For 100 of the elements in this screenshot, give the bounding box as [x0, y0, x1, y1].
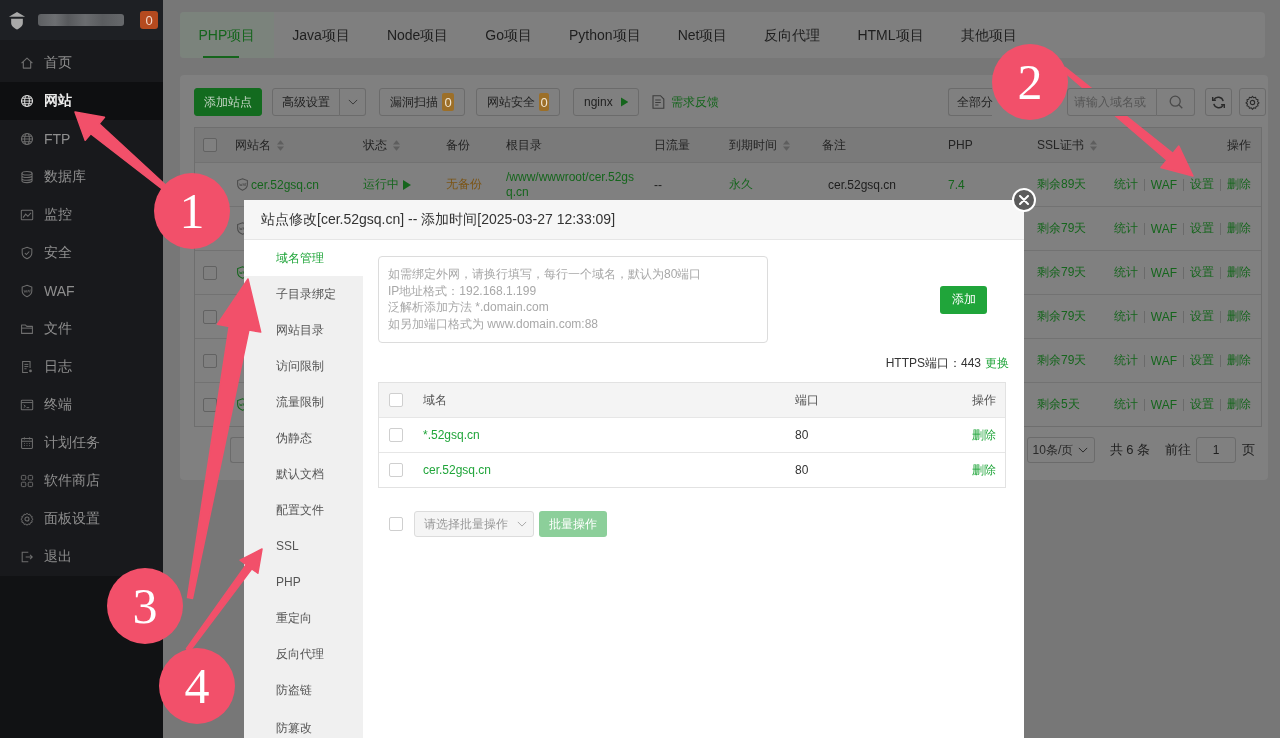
delete-link[interactable]: 删除 — [972, 426, 996, 444]
settings-icon — [1245, 94, 1260, 110]
column-header: 根目录 — [506, 136, 542, 154]
port-text: 80 — [795, 463, 810, 477]
sidebar-item[interactable]: 安全 — [20, 234, 72, 272]
column-header: 操作 — [1227, 136, 1251, 154]
nav-item[interactable]: 防篡改 — [276, 708, 312, 738]
sidebar-item[interactable]: 文件 — [20, 310, 72, 348]
shield-icon — [20, 246, 34, 260]
column-header: 备注 — [822, 136, 846, 154]
row-checkbox[interactable] — [203, 353, 217, 368]
sidebar-item[interactable]: 软件商店 — [20, 462, 100, 500]
shield-icon — [20, 284, 34, 298]
tab[interactable]: Python项目 — [550, 27, 660, 43]
caret-icon — [517, 521, 527, 527]
tab[interactable]: Java项目 — [273, 27, 369, 43]
sidebar-item[interactable]: 面板设置 — [20, 500, 100, 538]
sidebar-item[interactable]: 终端 — [20, 386, 72, 424]
refresh-button[interactable] — [1205, 88, 1232, 116]
sidebar-item[interactable]: 首页 — [20, 44, 72, 82]
count-badge: 0 — [442, 93, 454, 111]
category-select[interactable]: 全部分 — [948, 88, 992, 116]
action-link[interactable]: 统计 — [1113, 264, 1138, 281]
action-link[interactable]: 统计 — [1113, 176, 1138, 193]
action-link[interactable]: 统计 — [1113, 220, 1138, 237]
tab[interactable]: HTML项目 — [838, 27, 943, 43]
nav-item[interactable]: 配置文件 — [276, 492, 324, 528]
row-checkbox[interactable] — [203, 397, 217, 412]
toolbar-button[interactable]: 网站安全 0 — [476, 88, 560, 116]
document-icon — [652, 95, 665, 109]
sidebar-item[interactable]: 数据库 — [20, 158, 86, 196]
nav-item[interactable]: 流量限制 — [276, 384, 324, 420]
search-button[interactable] — [1157, 88, 1195, 116]
tab[interactable]: 反向代理 — [745, 27, 839, 43]
sidebar-item[interactable]: 网站 — [0, 82, 163, 120]
nav-item[interactable]: 防盗链 — [276, 672, 312, 708]
tab[interactable]: Go项目 — [466, 27, 551, 43]
sort-icon — [783, 139, 790, 151]
change-port-link[interactable]: 更换 — [985, 354, 1009, 372]
action-link[interactable]: 统计 — [1113, 352, 1138, 369]
column-header[interactable]: 网站名 — [235, 136, 284, 154]
nav-item[interactable]: 域名管理 — [244, 240, 363, 276]
column-header[interactable]: 到期时间 — [729, 136, 790, 154]
tab[interactable]: Net项目 — [659, 27, 746, 43]
domain-input[interactable]: 如需绑定外网，请换行填写，每行一个域名，默认为80端口 IP地址格式：192.168.1.199 泛解析添加方法 *.domain.com 如另加端口格式为 www.domain.com:88 — [378, 256, 768, 343]
nav-item[interactable]: 伪静态 — [276, 420, 312, 456]
page-number-input[interactable]: 1 — [1196, 437, 1236, 463]
tab[interactable]: Node项目 — [368, 27, 467, 43]
globe-icon — [20, 132, 34, 146]
logout-icon — [20, 550, 34, 564]
action-link[interactable]: 统计 — [1113, 396, 1138, 413]
column-header[interactable]: SSL证书 — [1037, 136, 1097, 154]
nav-item[interactable]: 网站目录 — [276, 312, 324, 348]
column-header: 域名 — [423, 391, 448, 409]
sidebar-item[interactable]: WAF — [20, 272, 75, 310]
nav-item[interactable]: 反向代理 — [276, 636, 324, 672]
column-header: 端口 — [795, 391, 820, 409]
tab[interactable]: 其他项目 — [942, 27, 1036, 43]
play-icon — [620, 97, 628, 107]
delete-link[interactable]: 删除 — [972, 461, 996, 479]
sidebar-item[interactable]: 日志 — [20, 348, 72, 386]
sidebar-item[interactable]: FTP — [20, 120, 71, 158]
traffic-text: -- — [654, 177, 662, 192]
batch-action-select[interactable]: 请选择批量操作 — [414, 511, 534, 537]
page-size-select[interactable]: 10条/页 — [1026, 437, 1095, 463]
sort-icon — [277, 139, 284, 151]
add-site-button[interactable]: 添加站点 — [194, 88, 262, 116]
toolbar-button[interactable]: 漏洞扫描 0 — [379, 88, 465, 116]
row-checkbox[interactable] — [203, 309, 217, 324]
goto-label: 前往 — [1165, 441, 1191, 459]
domain-link[interactable]: *.52gsq.cn — [423, 428, 795, 442]
dropdown-toggle-button[interactable] — [340, 88, 366, 116]
grid-icon — [20, 474, 34, 488]
advanced-settings-button[interactable]: 高级设置 — [272, 88, 340, 116]
row-checkbox[interactable] — [203, 265, 217, 280]
caret-icon — [347, 99, 358, 105]
home-icon — [20, 56, 34, 70]
sidebar-item[interactable]: 计划任务 — [20, 424, 100, 462]
select-all-checkbox[interactable] — [203, 138, 217, 152]
column-header[interactable]: 状态 — [363, 136, 400, 154]
add-button[interactable]: 添加 — [940, 285, 987, 314]
settings-button[interactable] — [1239, 88, 1266, 116]
sort-icon — [1089, 139, 1097, 151]
sidebar-item[interactable]: 监控 — [20, 196, 72, 234]
domain-link[interactable]: cer.52gsq.cn — [423, 463, 795, 477]
step-marker: 4 — [159, 648, 235, 724]
server-status-button[interactable]: nginx — [573, 88, 639, 116]
nav-item[interactable]: 子目录绑定 — [276, 276, 336, 312]
nav-item[interactable]: PHP — [276, 564, 301, 600]
close-icon — [1019, 195, 1029, 205]
terminal-icon — [20, 398, 34, 412]
notification-count: 0 — [140, 11, 158, 29]
caret-icon — [1077, 447, 1088, 453]
nav-item[interactable]: 重定向 — [276, 600, 312, 636]
nav-item[interactable]: 默认文档 — [276, 456, 324, 492]
nav-item[interactable]: 访问限制 — [276, 348, 324, 384]
action-link[interactable]: 统计 — [1113, 308, 1138, 325]
sidebar-item[interactable]: 退出 — [20, 538, 72, 576]
total-count: 共 6 条 — [1109, 441, 1150, 459]
nav-item[interactable]: SSL — [276, 528, 299, 564]
